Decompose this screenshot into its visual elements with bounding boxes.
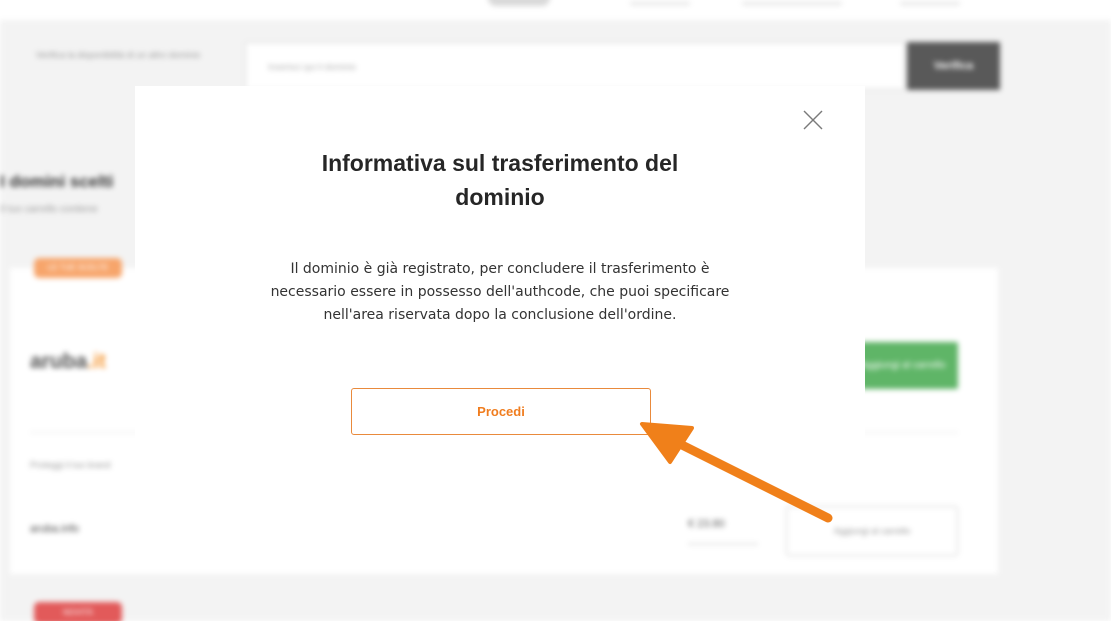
domain-item-price: € 23.80 xyxy=(688,518,725,530)
protect-brand-text: Proteggi il tuo brand xyxy=(30,460,111,470)
add-to-cart-button-secondary[interactable]: Aggiungi al carrello xyxy=(786,506,958,556)
modal-body-line: Il dominio è già registrato, per conclud… xyxy=(290,261,710,277)
search-hint: Verifica la disponibilità di un altro do… xyxy=(35,50,201,60)
new-badge: NOVITÀ xyxy=(34,602,122,621)
nav-item xyxy=(630,2,690,5)
modal-body-line: nell'area riservata dopo la conclusione … xyxy=(323,307,677,323)
domain-search-input[interactable]: Inserisci qui il dominio xyxy=(245,42,905,90)
verify-button[interactable]: Verifica xyxy=(907,42,1000,90)
nav-item xyxy=(742,2,842,5)
aruba-logo: aruba.it xyxy=(30,350,106,374)
modal-title-line: dominio xyxy=(455,184,545,210)
page: Verifica la disponibilità di un altro do… xyxy=(0,0,1111,621)
nav-item xyxy=(900,2,960,5)
modal-title-line: Informativa sul trasferimento del xyxy=(321,150,679,176)
modal-body-text: Il dominio è già registrato, per conclud… xyxy=(135,258,865,327)
nav-active-pill xyxy=(488,0,550,6)
logo-tld: .it xyxy=(87,350,106,373)
modal-body-line: necessario essere in possesso dell'authc… xyxy=(270,284,730,300)
proceed-button[interactable]: Procedi xyxy=(351,388,651,435)
choice-badge: LE TUE SCELTE xyxy=(34,258,122,278)
price-underline xyxy=(688,543,758,545)
logo-name: aruba xyxy=(30,350,88,373)
top-navigation xyxy=(0,0,1111,20)
close-icon[interactable] xyxy=(800,107,826,133)
section-subtitle: Il tuo carrello contiene xyxy=(0,204,98,215)
domain-item-name: aruba.info xyxy=(30,523,79,535)
section-title: I domini scelti xyxy=(0,172,114,191)
transfer-info-modal: Informativa sul trasferimento del domini… xyxy=(135,86,865,466)
modal-title: Informativa sul trasferimento del domini… xyxy=(135,146,865,214)
